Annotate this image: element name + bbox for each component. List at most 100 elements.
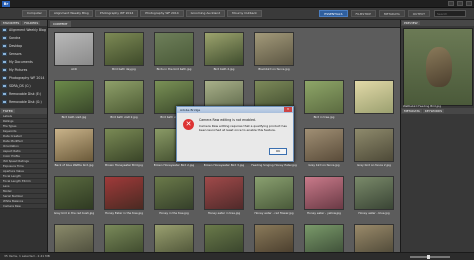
- maximize-icon[interactable]: [457, 1, 463, 6]
- thumbnail-image[interactable]: [104, 176, 144, 210]
- favorite-item[interactable]: Desktop: [0, 42, 47, 50]
- thumbnail-cell[interactable]: Bird bath 2.jpg: [200, 30, 248, 76]
- thumbnail-image[interactable]: [54, 176, 94, 210]
- favorite-item[interactable]: Sandra: [0, 34, 47, 42]
- metadata-tabs: METADATA KEYWORDS: [401, 108, 474, 114]
- thumbnail-cell[interactable]: Honey eater - yellow.jpg: [300, 174, 348, 220]
- thumbnail-cell[interactable]: [350, 78, 398, 124]
- breadcrumb-item[interactable]: Mourny Outback: [227, 10, 262, 17]
- thumbnail-caption: Bird bath 2.jpg: [213, 67, 235, 71]
- favorite-label: Alignment Weekly Blog: [9, 28, 46, 32]
- thumbnail-image[interactable]: [354, 176, 394, 210]
- folder-icon: [2, 44, 7, 48]
- thumbnail-image[interactable]: [354, 32, 394, 66]
- favorite-item[interactable]: SDRA_DS (C:): [0, 82, 47, 90]
- tab-folders[interactable]: FOLDERS: [22, 21, 41, 25]
- thumbnail-image[interactable]: [154, 32, 194, 66]
- thumbnail-image[interactable]: [154, 176, 194, 210]
- thumbnail-cell[interactable]: Bird bath visit 2.jpg: [100, 78, 148, 124]
- favorite-item[interactable]: Removable Disk (G:): [0, 98, 47, 106]
- breadcrumb-item[interactable]: Alignment Weekly Blog: [48, 10, 93, 17]
- favorite-item[interactable]: My Pictures: [0, 66, 47, 74]
- bridge-logo: Br: [2, 1, 10, 7]
- favorite-item[interactable]: My Documents: [0, 58, 47, 66]
- folder-icon: [2, 92, 7, 96]
- thumbnail-image[interactable]: [304, 176, 344, 210]
- thumbnail-image[interactable]: [104, 80, 144, 114]
- favorite-item[interactable]: Photography WF 2014: [0, 74, 47, 82]
- thumbnail-caption: Bird bath visit.jpg: [61, 115, 87, 119]
- thumbnail-image[interactable]: [254, 176, 294, 210]
- close-icon[interactable]: ✕: [284, 107, 292, 112]
- workspace-tab[interactable]: METADATA: [378, 10, 405, 17]
- thumbnail-cell[interactable]: [350, 30, 398, 76]
- minimize-icon[interactable]: [448, 1, 454, 6]
- breadcrumb-item[interactable]: Grooming Auckland: [185, 10, 226, 17]
- tab-content[interactable]: CONTENT: [50, 21, 71, 27]
- thumbnail-cell[interactable]: Honey Eater in the tree.jpg: [100, 174, 148, 220]
- tab-keywords[interactable]: KEYWORDS: [422, 109, 445, 113]
- path-toolbar: Computer Alignment Weekly Blog Photography…: [0, 8, 474, 20]
- error-dialog: Adobe Bridge ✕ ✕ Camera Raw editing is n…: [176, 106, 294, 162]
- thumbnail-image[interactable]: [304, 32, 344, 66]
- preview-image[interactable]: [403, 28, 473, 106]
- favorite-item[interactable]: Alignment Weekly Blog: [0, 26, 47, 34]
- ok-button[interactable]: OK: [269, 148, 287, 155]
- slider-knob[interactable]: [426, 255, 430, 259]
- thumbnail-cell[interactable]: Brown Honeyeater Bird.jpg: [100, 126, 148, 172]
- thumbnail-image[interactable]: [54, 128, 94, 162]
- thumbnail-cell[interactable]: Bird in tree.jpg: [300, 78, 348, 124]
- favorite-label: My Pictures: [9, 68, 28, 72]
- thumbnail-image[interactable]: [104, 32, 144, 66]
- filter-item[interactable]: Camera Raw: [0, 204, 47, 209]
- favorite-label: Sandra: [9, 36, 21, 40]
- workspace-tab[interactable]: FILMSTRIP: [350, 10, 376, 17]
- search-input[interactable]: [434, 10, 466, 17]
- close-icon[interactable]: [466, 1, 472, 6]
- thumbnail-cell[interactable]: Bird bath visit.jpg: [50, 78, 98, 124]
- thumbnail-image[interactable]: [204, 32, 244, 66]
- thumbnail-image[interactable]: [54, 32, 94, 66]
- thumbnail-cell[interactable]: Back of blue Wattle bird.jpg: [50, 126, 98, 172]
- thumbnail-cell[interactable]: ACR: [50, 30, 98, 76]
- thumbnail-image[interactable]: [304, 80, 344, 114]
- thumbnail-image[interactable]: [254, 32, 294, 66]
- thumbnail-cell[interactable]: Bird bath day.jpg: [100, 30, 148, 76]
- thumbnail-caption: Honey eater - yellow.jpg: [307, 211, 341, 215]
- thumbnail-cell[interactable]: Blackbird on fence.jpg: [250, 30, 298, 76]
- thumbnail-image[interactable]: [204, 176, 244, 210]
- thumbnail-image[interactable]: [354, 80, 394, 114]
- thumbnail-cell[interactable]: Birds in the bird bath.jpg: [150, 30, 198, 76]
- tab-favorites[interactable]: FAVORITES: [1, 21, 22, 25]
- workspace-tab[interactable]: ESSENTIALS: [319, 10, 348, 17]
- thumbnail-cell[interactable]: Honey eater in tree.jpg: [200, 174, 248, 220]
- favorite-label: Desktop: [9, 44, 23, 48]
- breadcrumb-item[interactable]: Photography WF 2014: [94, 10, 139, 17]
- thumbnail-caption: Back of blue Wattle bird.jpg: [54, 163, 94, 167]
- thumbnail-cell[interactable]: [300, 30, 348, 76]
- favorite-label: Photography WF 2014: [9, 76, 45, 80]
- workspace-tab[interactable]: OUTPUT: [407, 10, 430, 17]
- thumbnail-image[interactable]: [54, 80, 94, 114]
- thumbnail-size-slider[interactable]: [410, 255, 450, 259]
- tab-metadata[interactable]: METADATA: [402, 109, 422, 113]
- favorite-label: SDRA_DS (C:): [9, 84, 31, 88]
- thumbnail-cell[interactable]: Honey in the tree.jpg: [150, 174, 198, 220]
- thumbnail-caption: Honey eater - blue.jpg: [358, 211, 390, 215]
- tab-filter[interactable]: FILTER: [1, 109, 15, 113]
- window-controls: [448, 1, 472, 6]
- thumbnail-cell[interactable]: Grey bird on fence.jpg: [300, 126, 348, 172]
- thumbnail-cell[interactable]: Grey bird in the red bush.jpg: [50, 174, 98, 220]
- thumbnail-image[interactable]: [304, 128, 344, 162]
- favorite-item[interactable]: Sensors: [0, 50, 47, 58]
- thumbnail-cell[interactable]: Honey eater - red flower.jpg: [250, 174, 298, 220]
- tab-preview[interactable]: PREVIEW: [402, 21, 420, 25]
- thumbnail-image[interactable]: [104, 128, 144, 162]
- thumbnail-image[interactable]: [354, 128, 394, 162]
- thumbnail-cell[interactable]: Honey eater - blue.jpg: [350, 174, 398, 220]
- thumbnail-caption: Grey bird on fence 2.jpg: [357, 163, 391, 167]
- breadcrumb-item[interactable]: Computer: [22, 10, 47, 17]
- thumbnail-cell[interactable]: Grey bird on fence 2.jpg: [350, 126, 398, 172]
- favorite-item[interactable]: Removable Disk (E:): [0, 90, 47, 98]
- breadcrumb-item[interactable]: Photography WF 2014: [140, 10, 184, 17]
